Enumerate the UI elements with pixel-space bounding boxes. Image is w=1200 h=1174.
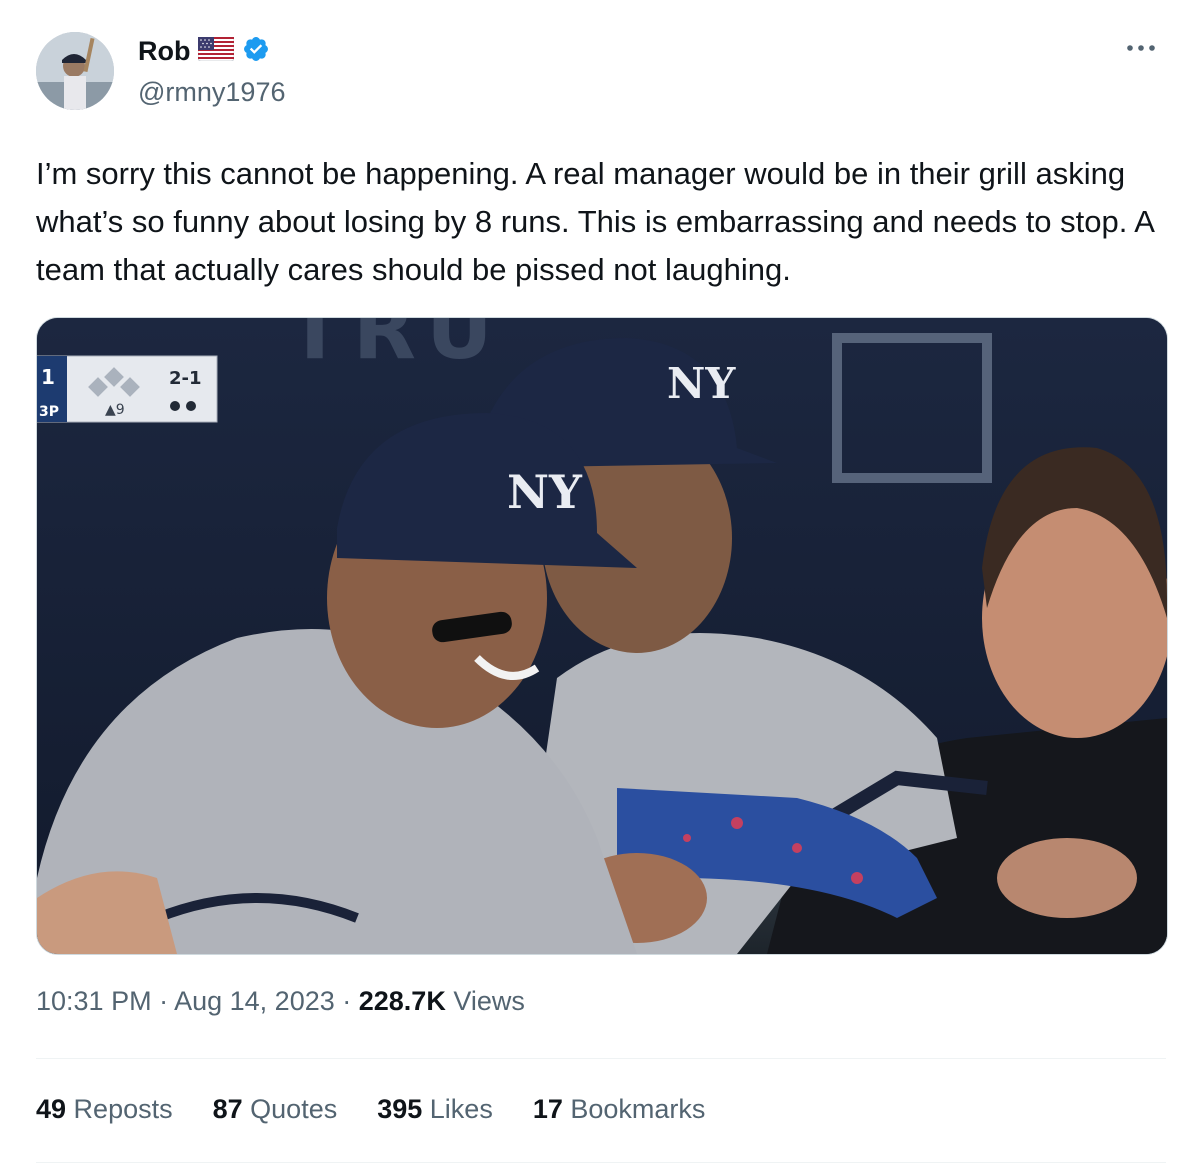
quotes-stat[interactable]: 87 Quotes [213, 1094, 338, 1125]
reposts-count: 49 [36, 1094, 67, 1124]
scorebug-count: 2-1 [169, 368, 202, 389]
divider [36, 1058, 1166, 1059]
front-cap-logo: NY [507, 465, 583, 519]
us-flag-icon [197, 36, 235, 66]
engagement-stats: 49 Reposts 87 Quotes 395 Likes 17 Bookma… [36, 1094, 745, 1125]
tweet-text: I’m sorry this cannot be happening. A re… [36, 156, 1154, 287]
more-horizontal-icon [1127, 45, 1155, 51]
reposts-stat[interactable]: 49 Reposts [36, 1094, 173, 1125]
likes-stat[interactable]: 395 Likes [377, 1094, 493, 1125]
bookmarks-label: Bookmarks [562, 1094, 706, 1124]
tweet-date[interactable]: Aug 14, 2023 [174, 986, 335, 1016]
author-name[interactable]: Rob [138, 34, 190, 68]
bookmarks-stat[interactable]: 17 Bookmarks [533, 1094, 706, 1125]
tweet-photo[interactable]: TRU NY NY 1 3P ▲9 2-1 [36, 317, 1168, 955]
scorebug-pitch: ▲9 [105, 402, 125, 418]
scorebug-team: 3P [39, 404, 59, 420]
background-sign-text: TRU [287, 318, 503, 378]
author-name-row: Rob [138, 34, 270, 68]
avatar-image [36, 32, 114, 110]
meta-separator: · [151, 986, 175, 1016]
tweet-time[interactable]: 10:31 PM [36, 986, 152, 1016]
likes-count: 395 [377, 1094, 423, 1124]
author-avatar[interactable] [36, 32, 114, 110]
quotes-label: Quotes [242, 1094, 338, 1124]
scorebug-inning: 1 [41, 365, 55, 389]
scorebug: 1 3P ▲9 2-1 [37, 355, 218, 423]
middle-cap-logo: NY [667, 359, 736, 408]
bookmarks-count: 17 [532, 1094, 563, 1124]
likes-label: Likes [422, 1094, 493, 1124]
author-handle[interactable]: @rmny1976 [138, 77, 285, 108]
more-options-button[interactable] [1124, 36, 1158, 60]
tweet-meta: 10:31 PM · Aug 14, 2023 · 228.7K Views [36, 986, 525, 1017]
views-count: 228.7K [358, 986, 446, 1016]
verified-badge-icon[interactable] [242, 35, 270, 68]
quotes-count: 87 [212, 1094, 243, 1124]
views-label: Views [445, 986, 525, 1016]
photo-dugout-players: TRU NY NY 1 3P ▲9 2-1 [37, 318, 1167, 954]
reposts-label: Reposts [66, 1094, 173, 1124]
divider [36, 1162, 1166, 1163]
meta-separator: · [334, 986, 359, 1016]
